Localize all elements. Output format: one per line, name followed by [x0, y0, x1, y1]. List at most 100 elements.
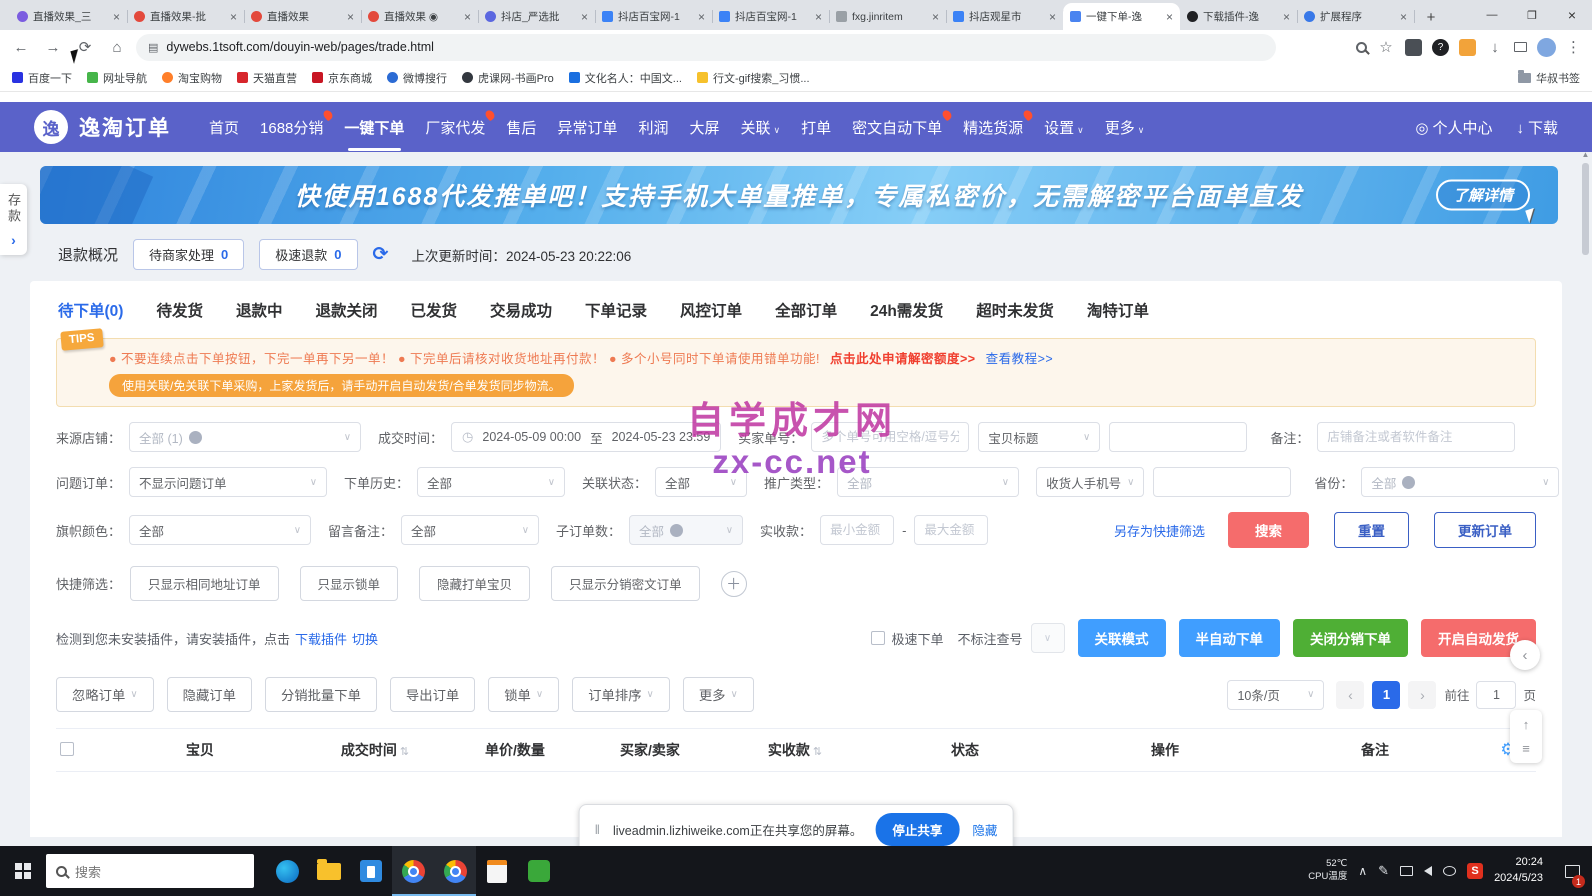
- lock-order-button[interactable]: 锁单∨: [488, 677, 559, 712]
- taskbar-app-green[interactable]: [518, 846, 560, 896]
- collapse-panel-button[interactable]: ‹: [1510, 640, 1540, 670]
- browser-menu-icon[interactable]: ⋮: [1566, 38, 1580, 56]
- browser-tab[interactable]: 扩展程序×: [1297, 3, 1414, 30]
- order-sort-button[interactable]: 订单排序∨: [572, 677, 670, 712]
- current-page-button[interactable]: 1: [1372, 681, 1400, 709]
- more-actions-button[interactable]: 更多∨: [683, 677, 754, 712]
- nav-item-profit[interactable]: 利润: [638, 117, 668, 138]
- tab-refund-closed[interactable]: 退款关闭: [315, 299, 377, 321]
- browser-tab[interactable]: 下载插件-逸×: [1180, 3, 1297, 30]
- save-quick-filter-link[interactable]: 另存为快捷筛选: [1114, 521, 1205, 540]
- sort-icon[interactable]: ⇅: [813, 746, 822, 758]
- semi-auto-order-button[interactable]: 半自动下单: [1179, 619, 1281, 657]
- quick-filter-locked-only[interactable]: 只显示锁单: [300, 566, 399, 601]
- bookmark-item[interactable]: 淘宝购物: [162, 70, 222, 86]
- tab-close-icon[interactable]: ×: [581, 10, 588, 24]
- pen-input-icon[interactable]: ✎: [1378, 863, 1389, 879]
- add-quick-filter-button[interactable]: ＋: [721, 571, 747, 597]
- nav-item-settings[interactable]: 设置∨: [1044, 117, 1084, 138]
- new-tab-button[interactable]: +: [1418, 9, 1444, 26]
- bookmark-item[interactable]: 文化名人：中国文...: [569, 70, 682, 86]
- help-extension-icon[interactable]: ?: [1432, 39, 1449, 56]
- item-title-input[interactable]: [1109, 422, 1247, 452]
- express-order-checkbox[interactable]: [871, 631, 885, 645]
- col-deal-time[interactable]: 成交时间⇅: [300, 740, 450, 760]
- export-orders-button[interactable]: 导出订单: [390, 677, 475, 712]
- source-shop-select[interactable]: 全部 (1)∨: [129, 422, 361, 452]
- hide-orders-button[interactable]: 隐藏订单: [167, 677, 252, 712]
- tips-tutorial-link[interactable]: 查看教程>>: [986, 352, 1054, 366]
- browser-tab[interactable]: fxg.jinritem×: [829, 3, 946, 30]
- quick-filter-hide-printed[interactable]: 隐藏打单宝贝: [419, 566, 530, 601]
- taskbar-app-edge[interactable]: [266, 846, 308, 896]
- tray-expand-icon[interactable]: ∧: [1358, 864, 1367, 878]
- tab-close-icon[interactable]: ×: [113, 10, 120, 24]
- tab-shipped[interactable]: 已发货: [411, 299, 458, 321]
- col-paid-amount[interactable]: 实收款⇅: [720, 740, 870, 760]
- receiver-phone-select[interactable]: 收货人手机号∨: [1036, 467, 1144, 497]
- promo-banner[interactable]: 快使用1688代发推单吧！支持手机大单量推单，专属私密价，无需解密平台面单直发 …: [40, 166, 1558, 224]
- browser-tab[interactable]: 直播效果 ◉×: [361, 3, 478, 30]
- tab-close-icon[interactable]: ×: [932, 10, 939, 24]
- tab-to-ship[interactable]: 待发货: [156, 299, 203, 321]
- browser-profile-avatar[interactable]: [1537, 38, 1556, 57]
- nav-item-relation[interactable]: 关联∨: [740, 117, 780, 138]
- nav-item-after-sale[interactable]: 售后: [506, 117, 536, 138]
- download-plugin-link[interactable]: 下载插件: [295, 629, 347, 648]
- nav-item-selected-supply[interactable]: 精选货源: [963, 117, 1023, 138]
- tips-apply-quota-link[interactable]: 点击此处申请解密额度>>: [830, 352, 976, 366]
- no-mark-check-select[interactable]: ∨: [1031, 623, 1065, 653]
- taskbar-clock[interactable]: 20:24 2024/5/23: [1494, 855, 1543, 887]
- province-select[interactable]: 全部∨: [1361, 467, 1559, 497]
- browser-tab[interactable]: 直播效果-批×: [127, 3, 244, 30]
- browser-tab[interactable]: 抖店观星市×: [946, 3, 1063, 30]
- goto-page-input[interactable]: [1476, 681, 1516, 709]
- user-center-link[interactable]: ◎个人中心: [1415, 117, 1492, 138]
- nav-item-1688-distribution[interactable]: 1688分销: [260, 117, 323, 138]
- switch-plugin-link[interactable]: 切换: [352, 629, 378, 648]
- volume-tray-icon[interactable]: [1424, 866, 1432, 876]
- scrollbar-thumb[interactable]: [1582, 163, 1589, 255]
- banner-detail-button[interactable]: 了解详情: [1436, 180, 1530, 211]
- fast-refund-button[interactable]: 极速退款0: [259, 239, 357, 270]
- prev-page-button[interactable]: ‹: [1336, 681, 1364, 709]
- taskbar-search-box[interactable]: 搜索: [46, 854, 254, 888]
- relation-status-select[interactable]: 全部∨: [655, 467, 747, 497]
- select-all-checkbox[interactable]: [60, 742, 74, 756]
- nav-item-home[interactable]: 首页: [209, 117, 239, 138]
- suborder-count-select[interactable]: 全部∨: [629, 515, 743, 545]
- menu-list-icon[interactable]: ≡: [1522, 741, 1530, 756]
- home-icon[interactable]: ⌂: [104, 39, 130, 56]
- download-link[interactable]: ↓下载: [1516, 117, 1558, 138]
- nav-item-abnormal-orders[interactable]: 异常订单: [557, 117, 617, 138]
- nav-item-cipher-auto-order[interactable]: 密文自动下单: [852, 117, 942, 138]
- scroll-up-arrow[interactable]: ▲: [1580, 150, 1591, 159]
- browser-tab-active[interactable]: 一键下单-逸×: [1063, 3, 1180, 30]
- tab-close-icon[interactable]: ×: [1166, 10, 1173, 24]
- window-close-button[interactable]: ×: [1552, 7, 1592, 23]
- paid-max-input[interactable]: [914, 515, 988, 545]
- browser-tab[interactable]: 抖店百宝网-1×: [712, 3, 829, 30]
- extension-icon[interactable]: [1459, 39, 1476, 56]
- refresh-icon[interactable]: ⟳: [373, 243, 389, 266]
- tab-risk-orders[interactable]: 风控订单: [680, 299, 742, 321]
- paid-min-input[interactable]: [820, 515, 894, 545]
- quick-filter-cipher-only[interactable]: 只显示分销密文订单: [551, 566, 700, 601]
- note-input[interactable]: [1317, 422, 1515, 452]
- flag-color-select[interactable]: 全部∨: [129, 515, 311, 545]
- tab-order-history[interactable]: 下单记录: [585, 299, 647, 321]
- relation-mode-button[interactable]: 关联模式: [1078, 619, 1166, 657]
- bookmark-item[interactable]: 行文-gif搜索_习惯...: [697, 70, 810, 86]
- window-minimize-button[interactable]: —: [1472, 9, 1512, 21]
- forward-icon[interactable]: →: [40, 39, 66, 56]
- bookmark-item[interactable]: 天猫直营: [237, 70, 297, 86]
- floating-tools-widget[interactable]: ↑ ≡: [1510, 710, 1542, 763]
- tab-close-icon[interactable]: ×: [1283, 10, 1290, 24]
- bookmark-item[interactable]: 百度一下: [12, 70, 72, 86]
- nav-item-one-click-order[interactable]: 一键下单: [344, 117, 404, 138]
- start-button[interactable]: [0, 846, 46, 896]
- tampermonkey-extension-icon[interactable]: [1405, 39, 1422, 56]
- next-page-button[interactable]: ›: [1408, 681, 1436, 709]
- search-button[interactable]: 搜索: [1228, 512, 1309, 548]
- nav-item-more[interactable]: 更多∨: [1105, 117, 1145, 138]
